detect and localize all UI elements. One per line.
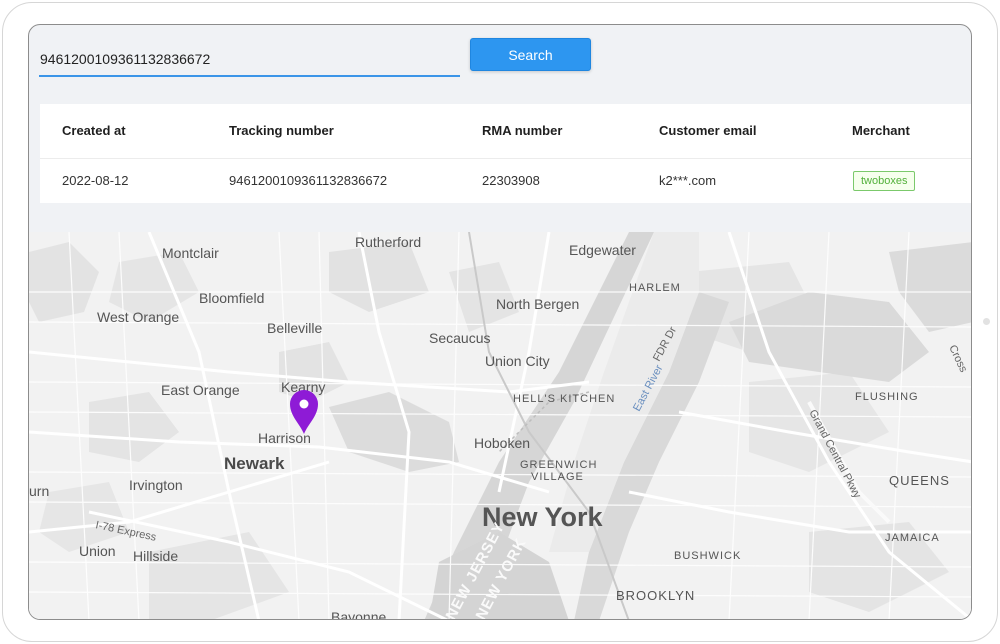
tracking-search-input[interactable] (39, 43, 460, 77)
map-label-harrison: Harrison (258, 430, 311, 446)
home-button[interactable] (983, 318, 990, 325)
column-created-at: Created at (62, 123, 126, 138)
map-label-north-bergen: North Bergen (496, 296, 579, 312)
map-label-montclair: Montclair (162, 245, 219, 261)
map-label-bushwick: BUSHWICK (674, 550, 741, 562)
app-screen: Search Created at Tracking number RMA nu… (28, 24, 972, 620)
map-label-harlem: HARLEM (629, 282, 681, 294)
map-label-greenwich: GREENWICH (520, 459, 597, 471)
map-label-newark: Newark (224, 454, 285, 473)
map-label-bayonne: Bayonne (331, 609, 386, 620)
map-label-bloomfield: Bloomfield (199, 290, 264, 306)
map-label-hillside: Hillside (133, 548, 178, 564)
column-rma-number: RMA number (482, 123, 563, 138)
map-label-east-orange: East Orange (161, 382, 240, 398)
map-label-urn: urn (29, 483, 49, 499)
map-label-brooklyn: BROOKLYN (616, 588, 695, 603)
column-customer-email: Customer email (659, 123, 757, 138)
column-merchant: Merchant (852, 123, 910, 138)
shipments-table: Created at Tracking number RMA number Cu… (40, 104, 971, 203)
map-canvas: Rutherford Montclair Edgewater Bloomfiel… (29, 232, 971, 620)
map-label-village: VILLAGE (531, 471, 584, 483)
map-label-hoboken: Hoboken (474, 435, 530, 451)
map-label-belleville: Belleville (267, 320, 322, 336)
map-label-hells-kitchen: HELL'S KITCHEN (513, 393, 615, 405)
map-label-irvington: Irvington (129, 477, 183, 493)
tablet-device: Search Created at Tracking number RMA nu… (0, 0, 1000, 644)
map-label-queens: QUEENS (889, 473, 950, 488)
table-header: Created at Tracking number RMA number Cu… (40, 104, 971, 159)
map-view[interactable]: Rutherford Montclair Edgewater Bloomfiel… (29, 232, 971, 620)
search-button[interactable]: Search (470, 38, 591, 71)
map-label-union: Union (79, 543, 116, 559)
cell-customer-email: k2***.com (659, 173, 717, 188)
map-label-secaucus: Secaucus (429, 330, 490, 346)
table-row[interactable]: 2022-08-12 9461200109361132836672 223039… (40, 159, 971, 203)
map-label-rutherford: Rutherford (355, 234, 421, 250)
cell-tracking-number: 9461200109361132836672 (229, 173, 388, 188)
cell-created-at: 2022-08-12 (62, 173, 129, 188)
map-label-edgewater: Edgewater (569, 242, 636, 258)
map-label-jamaica: JAMAICA (885, 532, 940, 544)
map-label-flushing: FLUSHING (855, 391, 919, 403)
map-label-union-city: Union City (485, 353, 550, 369)
map-label-west-orange: West Orange (97, 309, 179, 325)
column-tracking-number: Tracking number (229, 123, 334, 138)
cell-rma-number: 22303908 (482, 173, 540, 188)
merchant-badge: twoboxes (853, 171, 916, 191)
